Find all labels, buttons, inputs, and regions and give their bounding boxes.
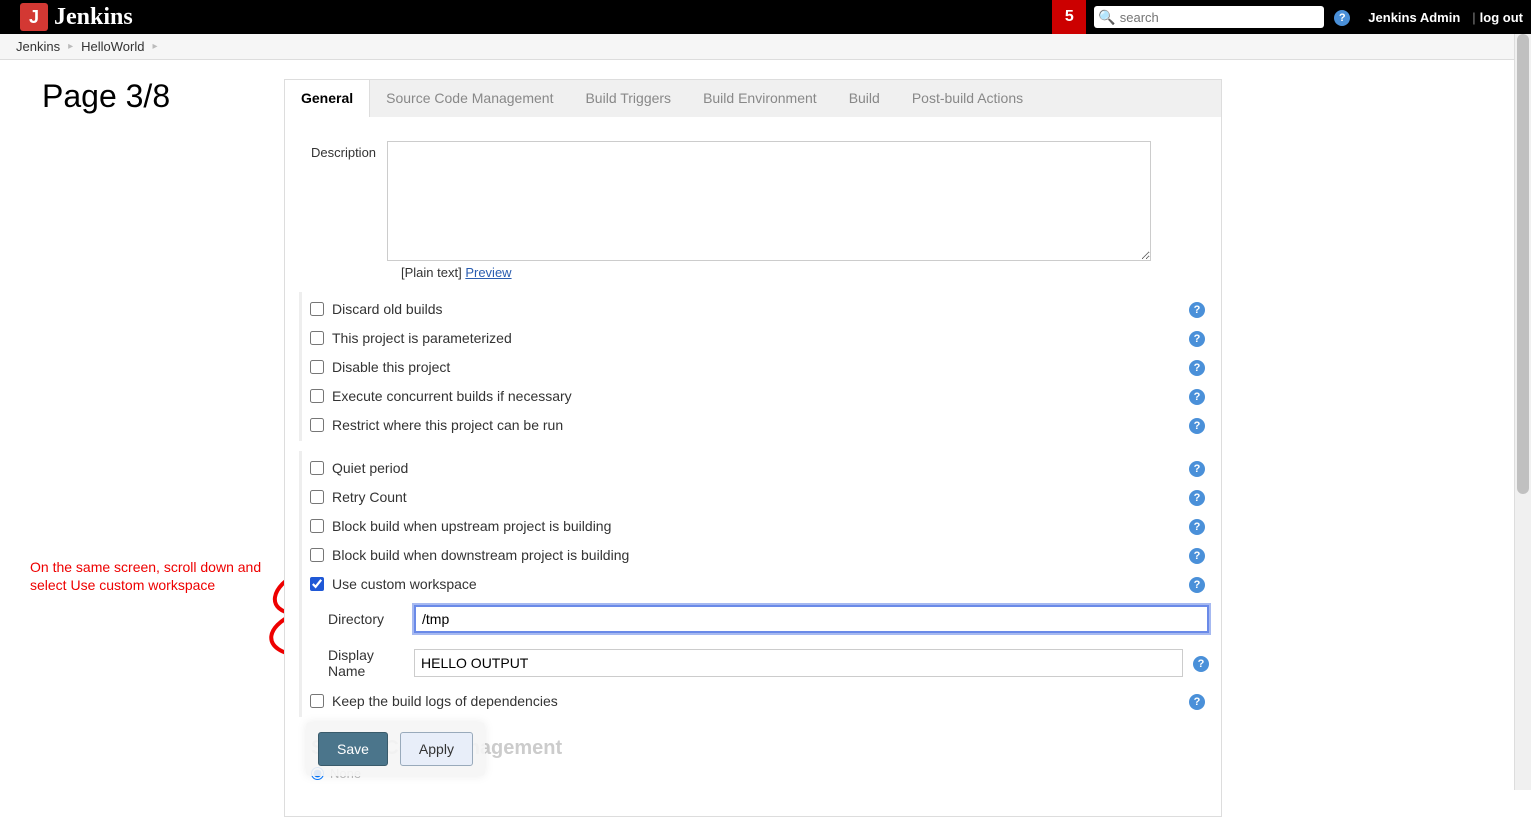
help-icon[interactable]: ? <box>1189 517 1205 535</box>
config-form: General Source Code Management Build Tri… <box>284 79 1222 817</box>
chevron-right-icon: ▸ <box>152 41 157 52</box>
lbl-quiet-period: Quiet period <box>332 460 1189 476</box>
plain-text-label: [Plain text] <box>401 265 462 280</box>
help-icon[interactable]: ? <box>1189 387 1205 405</box>
lbl-use-custom-workspace: Use custom workspace <box>332 576 1189 592</box>
help-icon[interactable]: ? <box>1189 416 1205 434</box>
help-icon[interactable]: ? <box>1189 358 1205 376</box>
chk-quiet-period[interactable] <box>310 461 324 475</box>
scrollbar-thumb[interactable] <box>1517 34 1529 494</box>
help-icon[interactable]: ? <box>1189 300 1205 318</box>
tab-build-triggers[interactable]: Build Triggers <box>569 80 687 117</box>
lbl-parameterized: This project is parameterized <box>332 330 1189 346</box>
tab-general[interactable]: General <box>285 80 370 117</box>
directory-label: Directory <box>328 611 414 627</box>
lbl-block-upstream: Block build when upstream project is bui… <box>332 518 1189 534</box>
breadcrumb-root[interactable]: Jenkins <box>16 39 60 54</box>
chk-restrict[interactable] <box>310 418 324 432</box>
chk-disable[interactable] <box>310 360 324 374</box>
jenkins-logo[interactable]: J Jenkins <box>20 3 133 31</box>
admin-link[interactable]: Jenkins Admin <box>1368 10 1460 25</box>
separator: | <box>1472 10 1475 25</box>
lbl-block-downstream: Block build when downstream project is b… <box>332 547 1189 563</box>
notification-badge[interactable]: 5 <box>1052 0 1086 34</box>
tab-bar: General Source Code Management Build Tri… <box>284 79 1222 117</box>
display-name-input[interactable] <box>414 649 1183 677</box>
chk-use-custom-workspace[interactable] <box>310 577 324 591</box>
scrollbar[interactable] <box>1514 34 1531 790</box>
help-icon[interactable]: ? <box>1189 575 1205 593</box>
lbl-concurrent: Execute concurrent builds if necessary <box>332 388 1189 404</box>
save-button[interactable]: Save <box>318 732 388 766</box>
lbl-discard-old: Discard old builds <box>332 301 1189 317</box>
help-icon[interactable]: ? <box>1189 546 1205 564</box>
chk-discard-old[interactable] <box>310 302 324 316</box>
help-icon[interactable]: ? <box>1189 488 1205 506</box>
lbl-restrict: Restrict where this project can be run <box>332 417 1189 433</box>
lbl-retry-count: Retry Count <box>332 489 1189 505</box>
chevron-right-icon: ▸ <box>68 41 73 52</box>
jenkins-icon: J <box>20 3 48 31</box>
tab-build[interactable]: Build <box>833 80 896 117</box>
help-icon[interactable]: ? <box>1189 329 1205 347</box>
lbl-disable: Disable this project <box>332 359 1189 375</box>
directory-input[interactable] <box>414 605 1209 633</box>
brand-text: Jenkins <box>54 4 133 31</box>
action-bar: Save Apply <box>306 722 485 776</box>
chk-parameterized[interactable] <box>310 331 324 345</box>
chk-retry-count[interactable] <box>310 490 324 504</box>
help-icon[interactable]: ? <box>1334 8 1350 26</box>
logout-link[interactable]: log out <box>1480 10 1523 25</box>
search-input[interactable] <box>1118 10 1321 25</box>
search-box[interactable]: 🔍 <box>1094 6 1324 28</box>
search-icon: 🔍 <box>1098 9 1115 26</box>
help-icon[interactable]: ? <box>1193 655 1209 672</box>
page-indicator: Page 3/8 <box>42 78 170 115</box>
tab-build-environment[interactable]: Build Environment <box>687 80 833 117</box>
chk-concurrent[interactable] <box>310 389 324 403</box>
preview-link[interactable]: Preview <box>465 265 511 280</box>
breadcrumb: Jenkins ▸ HelloWorld ▸ <box>0 34 1531 60</box>
description-label: Description <box>297 141 387 261</box>
annotation-left: On the same screen, scroll down and sele… <box>30 558 280 594</box>
display-name-label: Display Name <box>328 647 414 679</box>
breadcrumb-project[interactable]: HelloWorld <box>81 39 144 54</box>
tab-scm[interactable]: Source Code Management <box>370 80 569 117</box>
tab-post-build[interactable]: Post-build Actions <box>896 80 1039 117</box>
description-input[interactable] <box>387 141 1151 261</box>
chk-keep-logs[interactable] <box>310 694 324 708</box>
help-icon[interactable]: ? <box>1189 692 1205 710</box>
help-icon[interactable]: ? <box>1189 459 1205 477</box>
chk-block-downstream[interactable] <box>310 548 324 562</box>
lbl-keep-logs: Keep the build logs of dependencies <box>332 693 1189 709</box>
apply-button[interactable]: Apply <box>400 732 473 766</box>
chk-block-upstream[interactable] <box>310 519 324 533</box>
